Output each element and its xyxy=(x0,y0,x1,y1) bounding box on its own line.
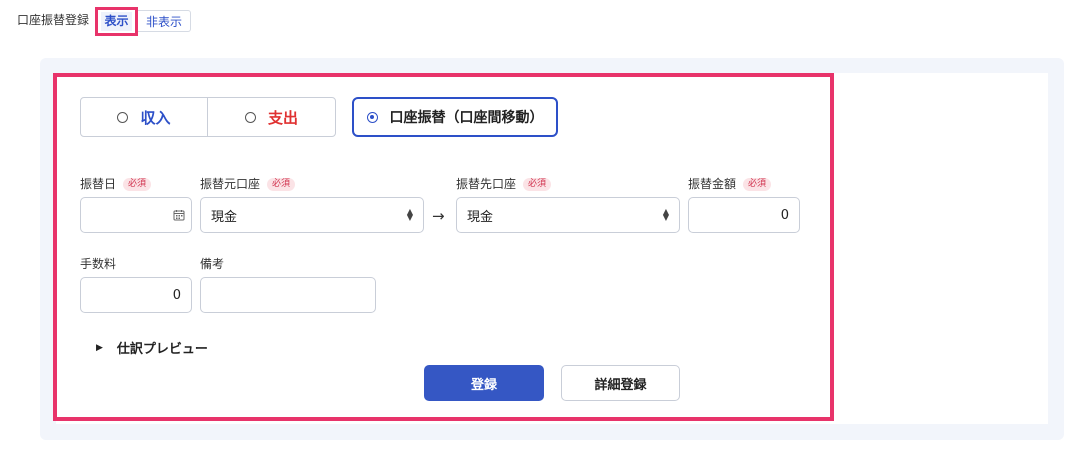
highlight-frame xyxy=(53,73,834,421)
hide-toggle-button[interactable]: 非表示 xyxy=(138,10,191,32)
section-label: 口座振替登録 xyxy=(17,13,90,27)
show-toggle-label: 表示 xyxy=(101,12,132,31)
show-toggle-button[interactable]: 表示 xyxy=(95,7,138,36)
